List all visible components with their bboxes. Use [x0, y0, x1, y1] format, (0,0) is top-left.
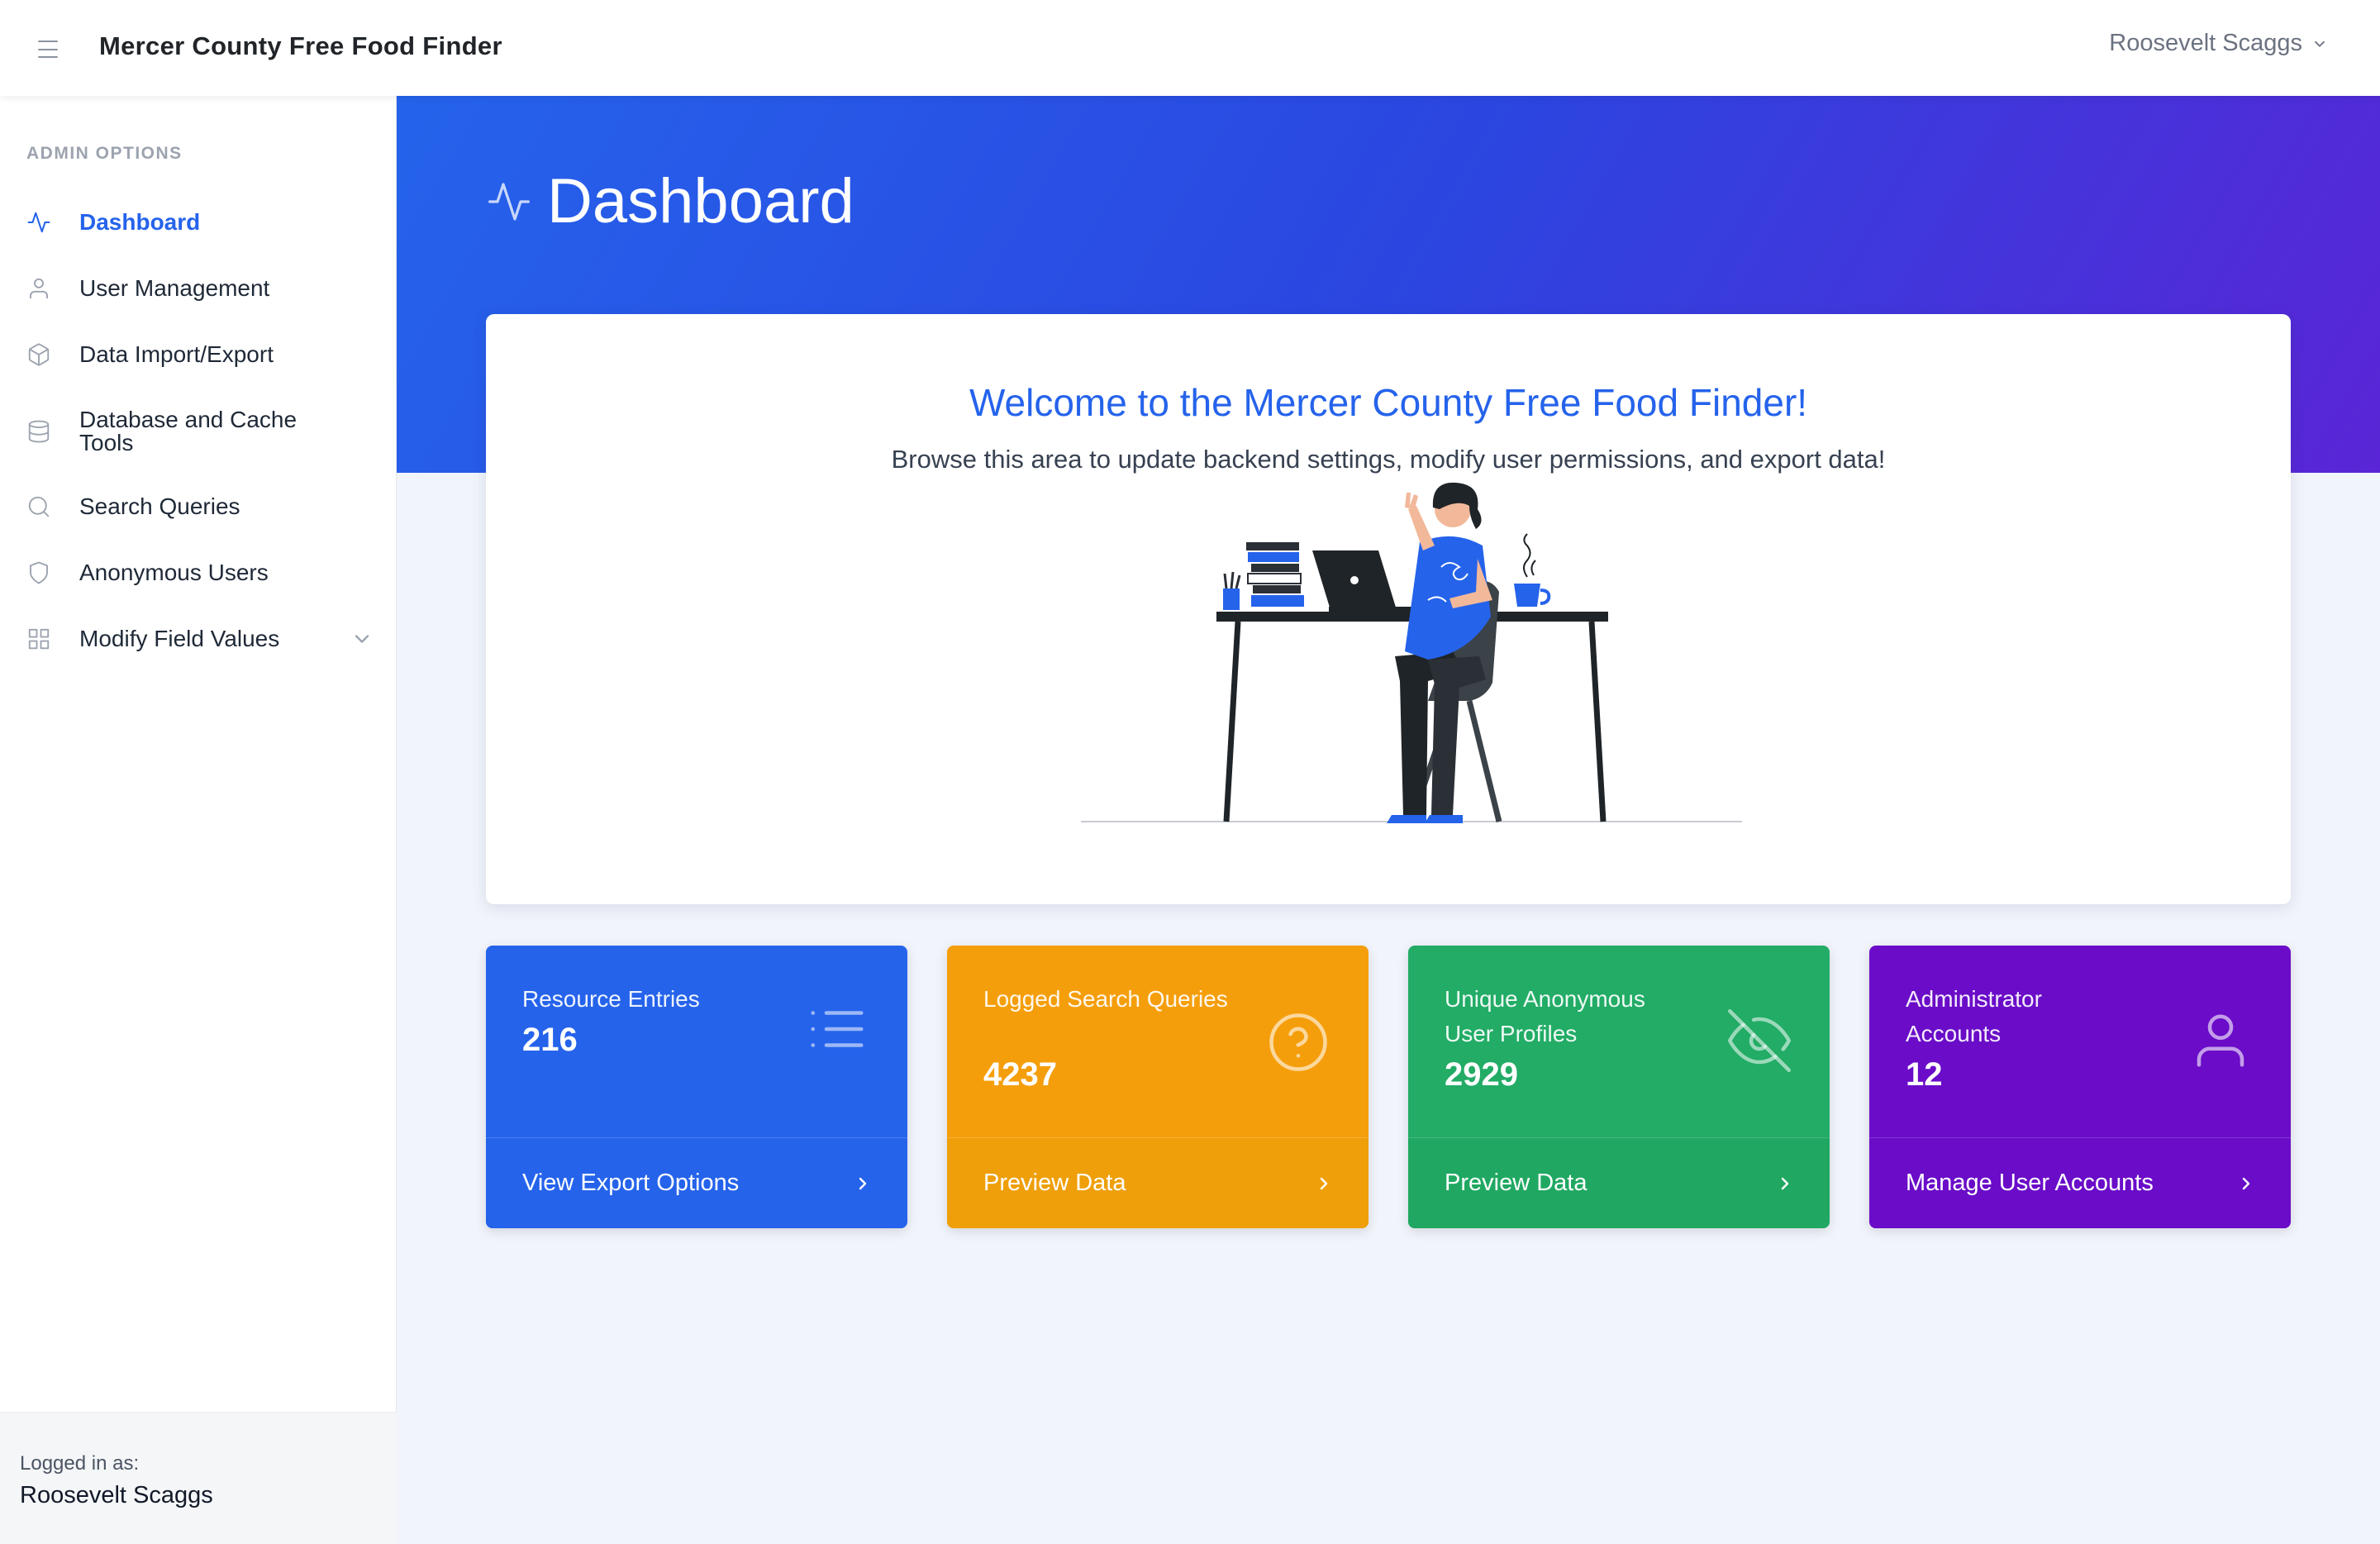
user-menu-name: Roosevelt Scaggs [2109, 30, 2302, 56]
search-icon [25, 493, 53, 521]
stat-action-label: Manage User Accounts [1906, 1170, 2154, 1196]
stat-card-logged-search-queries: Logged Search Queries 4237 Preview Data [947, 946, 1368, 1228]
app-title: Mercer County Free Food Finder [99, 31, 502, 60]
eye-off-icon [1727, 1008, 1792, 1073]
activity-icon [488, 182, 530, 221]
logged-in-label: Logged in as: [20, 1452, 140, 1475]
sidebar-item-label: Database and Cache Tools [79, 407, 298, 455]
chevron-down-icon [2314, 41, 2325, 47]
grid-icon [25, 625, 53, 653]
user-icon [25, 274, 53, 303]
activity-icon [25, 208, 53, 236]
welcome-card: Welcome to the Mercer County Free Food F… [486, 314, 2291, 904]
help-circle-icon [1266, 1010, 1330, 1075]
menu-icon[interactable] [38, 38, 61, 58]
person-at-desk-illustration [1081, 482, 1742, 823]
sidebar-item-label: Search Queries [79, 493, 240, 519]
stat-value: 12 [1906, 1056, 1943, 1093]
sidebar-item-anonymous-users[interactable]: Anonymous Users [0, 544, 397, 602]
stat-card-resource-entries: Resource Entries 216 View Export Options [486, 946, 907, 1228]
preview-search-data-link[interactable]: Preview Data [947, 1137, 1368, 1228]
stat-label: Resource Entries [522, 986, 700, 1012]
top-navbar: Mercer County Free Food Finder Roosevelt… [0, 0, 2380, 96]
preview-anonymous-data-link[interactable]: Preview Data [1408, 1137, 1830, 1228]
chevron-right-icon [1320, 1177, 1328, 1189]
sidebar-item-user-management[interactable]: User Management [0, 260, 397, 317]
user-menu-dropdown[interactable]: Roosevelt Scaggs [2109, 30, 2329, 57]
list-icon [805, 997, 869, 1061]
stat-label: Logged Search Queries [983, 986, 1228, 1012]
stat-card-administrator-accounts: Administrator Accounts 12 Manage User Ac… [1869, 946, 2291, 1228]
stat-value: 4237 [983, 1056, 1057, 1093]
sidebar-heading: ADMIN OPTIONS [26, 144, 183, 163]
database-icon [25, 417, 53, 446]
sidebar-footer: Logged in as: Roosevelt Scaggs [0, 1412, 397, 1544]
manage-user-accounts-link[interactable]: Manage User Accounts [1869, 1137, 2291, 1228]
stat-action-label: Preview Data [983, 1170, 1126, 1196]
sidebar-item-data-import-export[interactable]: Data Import/Export [0, 326, 397, 384]
stat-label: Administrator Accounts [1906, 986, 2042, 1046]
chevron-right-icon [859, 1177, 867, 1189]
sidebar-item-label: User Management [79, 275, 270, 301]
sidebar-item-database-cache-tools[interactable]: Database and Cache Tools [0, 397, 397, 466]
stat-action-label: Preview Data [1445, 1170, 1587, 1196]
shield-icon [25, 559, 53, 587]
page-title-wrapper: Dashboard [486, 165, 854, 237]
stat-label: Unique Anonymous User Profiles [1445, 986, 1645, 1046]
sidebar-item-dashboard[interactable]: Dashboard [0, 193, 397, 251]
sidebar-item-label: Dashboard [79, 209, 201, 235]
sidebar: ADMIN OPTIONS Dashboard User Management … [0, 96, 397, 1544]
stat-value: 2929 [1445, 1056, 1518, 1093]
stat-value: 216 [522, 1022, 578, 1058]
welcome-title: Welcome to the Mercer County Free Food F… [969, 381, 1808, 424]
sidebar-item-modify-field-values[interactable]: Modify Field Values [0, 610, 397, 668]
user-icon [2188, 1008, 2253, 1073]
logged-in-user-name: Roosevelt Scaggs [20, 1482, 213, 1508]
view-export-options-link[interactable]: View Export Options [486, 1137, 907, 1228]
chevron-right-icon [1781, 1177, 1789, 1189]
sidebar-item-label: Data Import/Export [79, 341, 274, 367]
sidebar-item-label: Anonymous Users [79, 560, 269, 585]
sidebar-item-search-queries[interactable]: Search Queries [0, 478, 397, 536]
stat-card-anonymous-user-profiles: Unique Anonymous User Profiles 2929 Prev… [1408, 946, 1830, 1228]
sidebar-item-label: Modify Field Values [79, 626, 280, 651]
chevron-down-icon[interactable] [350, 627, 374, 650]
page-title: Dashboard [547, 166, 854, 236]
chevron-right-icon [2242, 1177, 2250, 1189]
box-icon [25, 341, 53, 369]
stat-action-label: View Export Options [522, 1170, 740, 1196]
welcome-subtitle: Browse this area to update backend setti… [891, 445, 1886, 474]
